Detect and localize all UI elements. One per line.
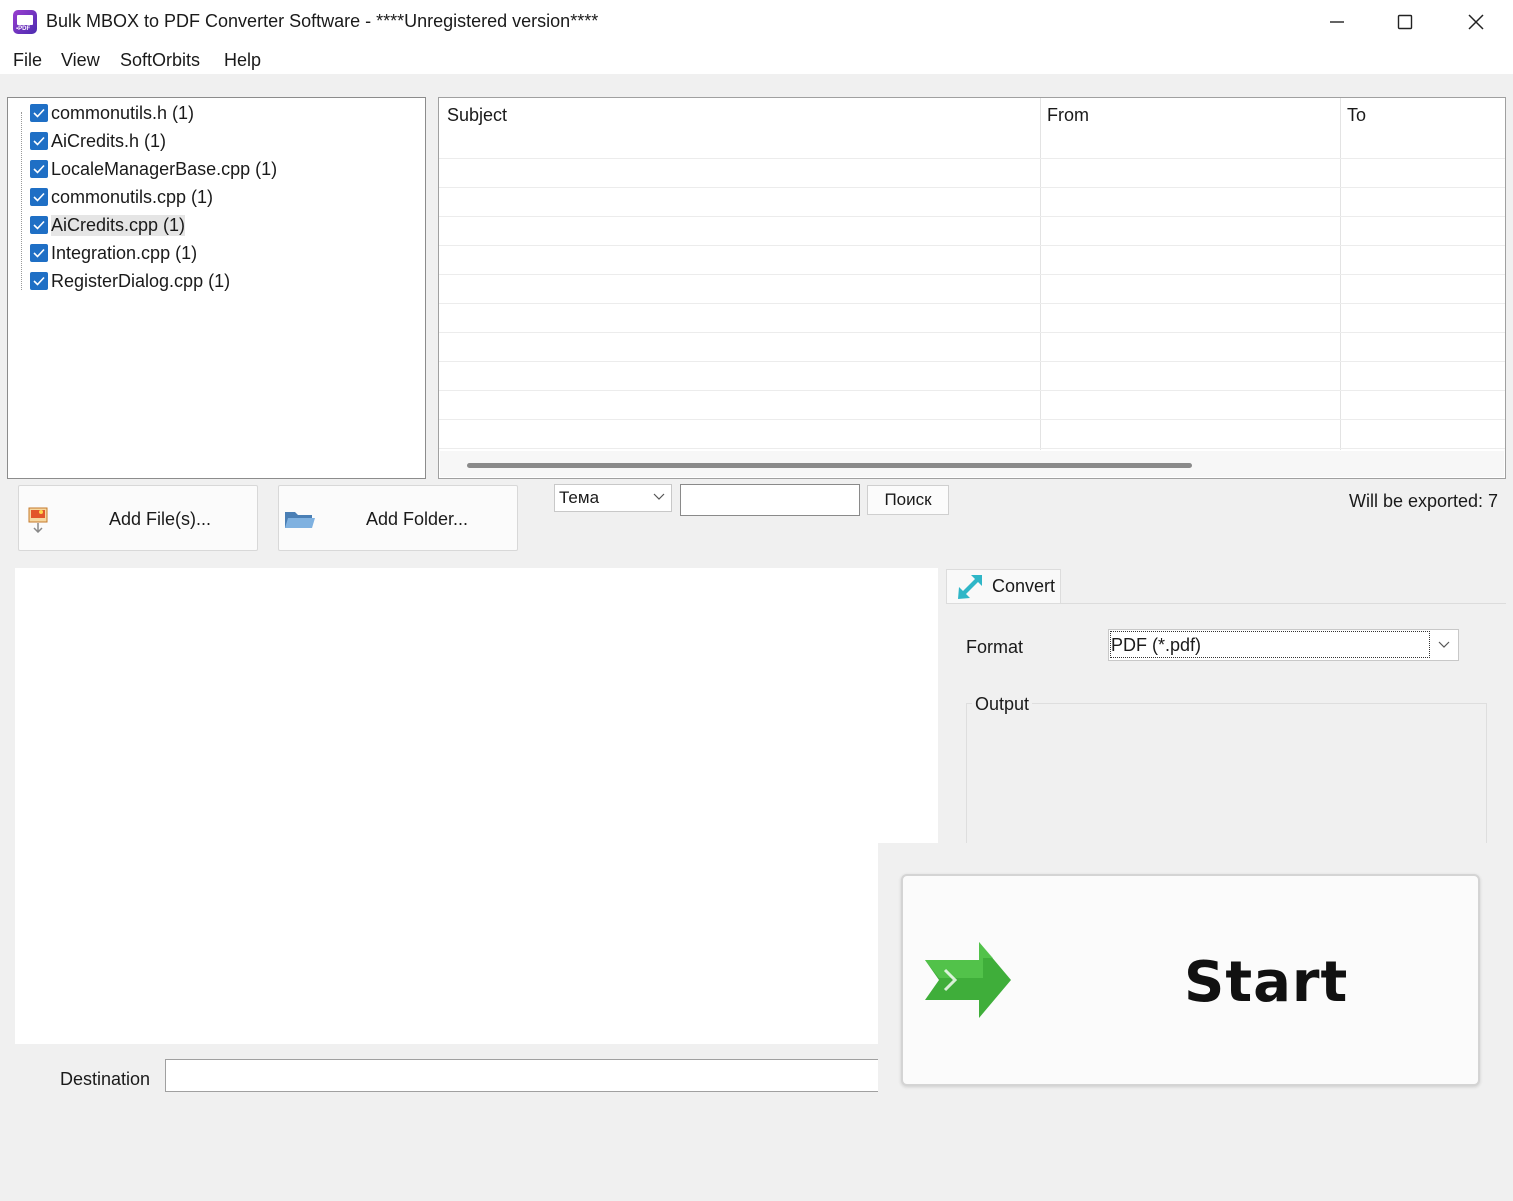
maximize-button[interactable] bbox=[1370, 0, 1440, 44]
tree-item-label: Integration.cpp (1) bbox=[51, 242, 198, 263]
close-icon bbox=[1468, 14, 1484, 30]
close-button[interactable] bbox=[1441, 0, 1511, 44]
chevron-down-icon bbox=[1438, 641, 1450, 648]
add-folder-label: Add Folder... bbox=[366, 509, 469, 529]
checkmark-icon bbox=[33, 248, 45, 258]
search-field-value: Тема bbox=[559, 488, 600, 507]
message-preview bbox=[15, 568, 938, 1044]
add-file-icon bbox=[28, 507, 48, 533]
tree-item-label: AiCredits.cpp (1) bbox=[51, 214, 186, 236]
tree-item-label: LocaleManagerBase.cpp (1) bbox=[51, 158, 278, 179]
destination-input[interactable] bbox=[165, 1059, 890, 1092]
checkbox[interactable] bbox=[30, 188, 48, 206]
tree-item[interactable]: RegisterDialog.cpp (1) bbox=[30, 268, 230, 294]
search-input[interactable] bbox=[680, 484, 860, 516]
tree-item[interactable]: commonutils.h (1) bbox=[30, 100, 194, 126]
add-files-label: Add File(s)... bbox=[109, 509, 212, 529]
column-header-subject[interactable]: Subject bbox=[439, 98, 1039, 158]
menu-softorbits[interactable]: SoftOrbits bbox=[120, 50, 200, 71]
destination-label: Destination bbox=[60, 1069, 151, 1089]
tree-item-label: commonutils.h (1) bbox=[51, 102, 195, 123]
messages-grid[interactable]: Subject From To bbox=[438, 97, 1506, 479]
format-label: Format bbox=[966, 637, 1024, 657]
scrollbar-thumb[interactable] bbox=[467, 463, 1192, 468]
app-icon: ▪PDF bbox=[13, 10, 37, 34]
tree-item-label: commonutils.cpp (1) bbox=[51, 186, 214, 207]
maximize-icon bbox=[1397, 14, 1413, 30]
menu-file[interactable]: File bbox=[13, 50, 42, 71]
add-folder-button[interactable]: Add Folder... bbox=[278, 485, 518, 551]
checkmark-icon bbox=[33, 108, 45, 118]
checkmark-icon bbox=[33, 164, 45, 174]
output-label: Output bbox=[972, 694, 1033, 715]
menu-view[interactable]: View bbox=[61, 50, 100, 71]
export-count: Will be exported: 7 bbox=[1349, 491, 1499, 511]
checkbox[interactable] bbox=[30, 104, 48, 122]
mailbox-tree[interactable]: commonutils.h (1) AiCredits.h (1) Locale… bbox=[7, 97, 426, 479]
checkbox[interactable] bbox=[30, 216, 48, 234]
tree-item-label: AiCredits.h (1) bbox=[51, 130, 167, 151]
convert-icon bbox=[958, 575, 982, 599]
format-value: PDF (*.pdf) bbox=[1111, 635, 1202, 655]
tree-item-label: RegisterDialog.cpp (1) bbox=[51, 270, 231, 291]
minimize-icon bbox=[1330, 21, 1344, 23]
menu-help[interactable]: Help bbox=[224, 50, 261, 71]
chevron-down-icon bbox=[653, 493, 665, 500]
start-arrow-icon bbox=[925, 942, 1011, 1018]
start-label: Start bbox=[1184, 950, 1349, 1015]
checkbox[interactable] bbox=[30, 160, 48, 178]
format-select[interactable]: PDF (*.pdf) bbox=[1108, 629, 1459, 661]
tab-divider bbox=[946, 603, 1506, 604]
output-group bbox=[966, 703, 1487, 853]
tab-convert-label: Convert bbox=[992, 576, 1056, 596]
tree-item[interactable]: Integration.cpp (1) bbox=[30, 240, 197, 266]
checkmark-icon bbox=[33, 276, 45, 286]
tab-convert[interactable]: Convert bbox=[946, 569, 1061, 604]
folder-icon bbox=[285, 512, 315, 528]
tree-item[interactable]: AiCredits.h (1) bbox=[30, 128, 166, 154]
checkmark-icon bbox=[33, 220, 45, 230]
checkbox[interactable] bbox=[30, 272, 48, 290]
window-title: Bulk MBOX to PDF Converter Software - **… bbox=[46, 11, 599, 31]
checkmark-icon bbox=[33, 136, 45, 146]
tree-item[interactable]: LocaleManagerBase.cpp (1) bbox=[30, 156, 277, 182]
start-button[interactable]: Start bbox=[901, 874, 1480, 1086]
tree-item[interactable]: commonutils.cpp (1) bbox=[30, 184, 213, 210]
tree-item[interactable]: AiCredits.cpp (1) bbox=[30, 212, 186, 238]
column-header-to[interactable]: To bbox=[1339, 98, 1505, 158]
add-files-button[interactable]: Add File(s)... bbox=[18, 485, 258, 551]
checkmark-icon bbox=[33, 192, 45, 202]
minimize-button[interactable] bbox=[1302, 0, 1372, 44]
search-button[interactable]: Поиск bbox=[867, 485, 949, 515]
checkbox[interactable] bbox=[30, 132, 48, 150]
checkbox[interactable] bbox=[30, 244, 48, 262]
search-field-select[interactable]: Тема bbox=[554, 484, 672, 512]
column-header-from[interactable]: From bbox=[1039, 98, 1339, 158]
